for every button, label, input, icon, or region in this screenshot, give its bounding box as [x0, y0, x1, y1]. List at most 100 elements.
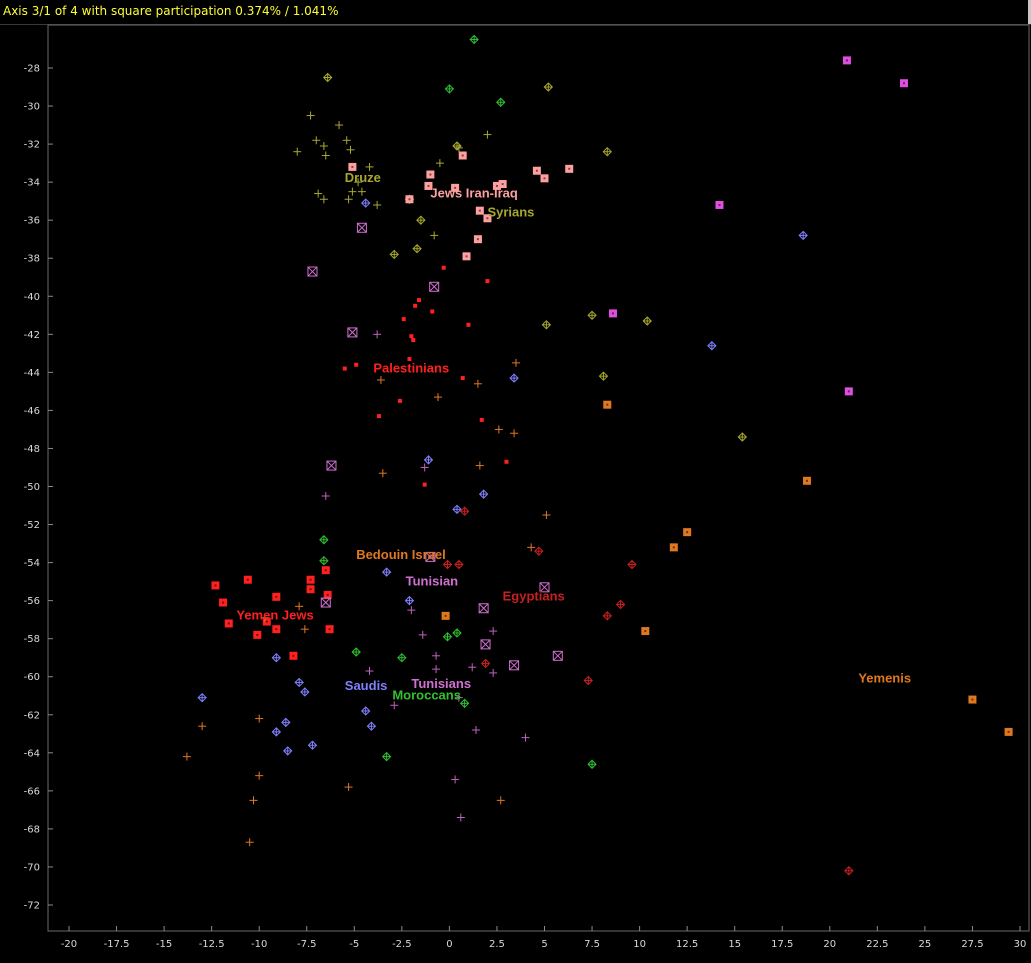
- data-point: [527, 543, 536, 552]
- data-point: [351, 647, 361, 657]
- group-label: Yemen Jews: [236, 608, 313, 623]
- data-point: [442, 632, 453, 642]
- data-point: [404, 595, 415, 606]
- x-tick-label: 15: [728, 939, 741, 950]
- y-tick-label: -66: [24, 786, 40, 797]
- data-point: [381, 567, 392, 577]
- square-marker-core: [476, 238, 479, 241]
- square-marker-core: [805, 479, 808, 482]
- data-point: [480, 639, 491, 650]
- square-marker-core: [902, 82, 905, 85]
- data-point: [426, 170, 435, 179]
- data-point: [314, 189, 323, 198]
- group-labels: Druze Syrians Jews Iran-Iraq Palestinians Ye…: [236, 170, 911, 702]
- data-point: [459, 506, 470, 516]
- data-point: [715, 200, 724, 209]
- data-point: [509, 373, 519, 383]
- data-point: [344, 783, 353, 792]
- data-point: [496, 97, 506, 107]
- square-marker-core: [686, 531, 689, 534]
- dot-marker: [397, 398, 402, 403]
- data-point: [320, 597, 331, 608]
- square-marker-core: [351, 165, 354, 168]
- data-point: [321, 566, 330, 575]
- data-point: [842, 56, 851, 65]
- x-tick-label: -5: [349, 939, 359, 950]
- data-point: [306, 575, 315, 584]
- data-point: [348, 187, 357, 196]
- group-label: Jews Iran-Iraq: [430, 185, 517, 200]
- data-point: [389, 249, 399, 260]
- data-point: [346, 145, 355, 154]
- y-tick-label: -62: [24, 710, 40, 721]
- data-point: [430, 231, 439, 240]
- data-point: [683, 528, 692, 537]
- data-point: [541, 320, 552, 330]
- y-tick-label: -42: [24, 330, 40, 341]
- square-marker-core: [444, 614, 447, 617]
- data-point: [602, 146, 612, 157]
- group-label: Druze: [345, 170, 381, 185]
- data-point: [480, 658, 491, 669]
- y-tick-label: -64: [24, 748, 40, 759]
- data-point: [602, 611, 612, 621]
- data-point: [409, 334, 414, 339]
- data-point: [587, 310, 597, 321]
- dot-marker: [430, 309, 435, 314]
- y-axis-ticks: -28 -30 -32 -34 -36 -38 -40 -42 -44 -46 -48 -50 -52 -…: [24, 64, 53, 912]
- data-point: [249, 796, 258, 805]
- x-tick-label: -17.5: [104, 939, 130, 950]
- data-point: [462, 252, 471, 261]
- square-marker-core: [611, 312, 614, 315]
- data-point: [405, 195, 414, 204]
- dot-marker: [401, 317, 406, 322]
- square-marker-core: [214, 584, 217, 587]
- group-label: Saudis: [345, 678, 388, 693]
- data-point: [473, 235, 482, 244]
- y-tick-label: -68: [24, 824, 40, 835]
- data-markers: [182, 34, 1013, 876]
- plot-frame: [47, 24, 1030, 932]
- data-point: [429, 281, 440, 292]
- y-tick-label: -40: [24, 292, 40, 303]
- data-point: [542, 511, 551, 520]
- data-point: [319, 555, 329, 566]
- square-marker-core: [1007, 730, 1010, 733]
- square-marker-core: [328, 628, 331, 631]
- square-marker-core: [309, 578, 312, 581]
- data-point: [603, 400, 612, 409]
- data-point: [197, 692, 207, 703]
- data-point: [376, 375, 385, 384]
- data-point: [245, 838, 254, 847]
- dot-marker: [377, 414, 382, 419]
- dot-marker: [409, 334, 414, 339]
- data-point: [521, 733, 530, 742]
- square-marker-core: [309, 588, 312, 591]
- data-point: [373, 200, 382, 209]
- data-point: [552, 650, 563, 661]
- data-point: [312, 136, 321, 145]
- data-point: [458, 151, 467, 160]
- square-marker-core: [292, 654, 295, 657]
- data-point: [475, 206, 484, 215]
- dot-marker: [422, 482, 427, 487]
- data-point: [737, 432, 748, 442]
- data-point: [435, 159, 444, 168]
- data-point: [283, 746, 293, 756]
- data-point: [485, 279, 490, 284]
- x-tick-label: -10: [251, 939, 267, 950]
- data-point: [587, 759, 597, 769]
- data-point: [583, 675, 593, 686]
- data-point: [844, 866, 854, 876]
- data-point: [413, 303, 418, 308]
- x-tick-label: 25: [919, 939, 932, 950]
- data-point: [366, 721, 377, 731]
- data-point: [342, 366, 347, 371]
- data-point: [354, 362, 359, 367]
- data-point: [211, 581, 220, 590]
- square-marker-core: [568, 167, 571, 170]
- data-point: [707, 341, 717, 351]
- square-marker-core: [256, 633, 259, 636]
- data-point: [255, 714, 264, 723]
- data-point: [321, 492, 330, 501]
